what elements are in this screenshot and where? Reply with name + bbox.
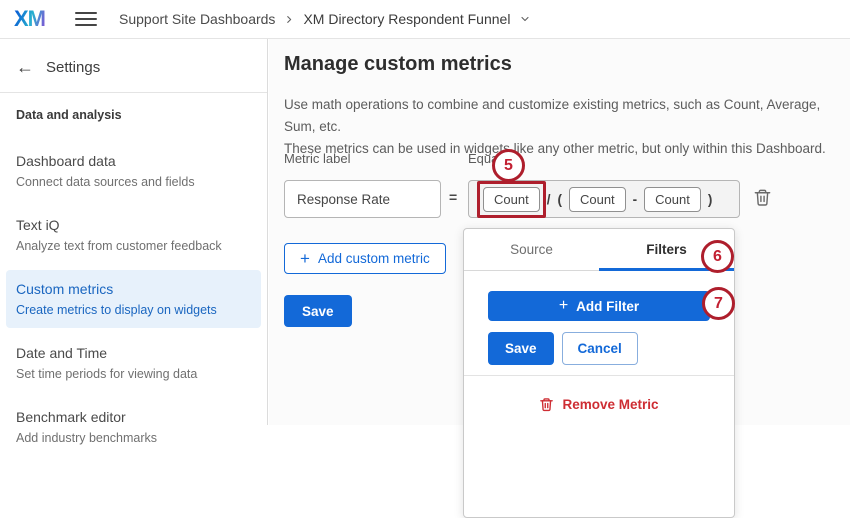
- sidebar-item-title: Date and Time: [16, 345, 108, 361]
- equation-chip-count-2[interactable]: Count: [568, 186, 626, 212]
- add-custom-metric-button[interactable]: + Add custom metric: [284, 243, 446, 274]
- sidebar-item-benchmark-editor[interactable]: Benchmark editor Add industry benchmarks: [6, 398, 261, 456]
- breadcrumb-item-dashboards[interactable]: Support Site Dashboards: [119, 11, 275, 27]
- back-to-settings-button[interactable]: ← Settings: [0, 39, 267, 92]
- sidebar-item-subtitle: Analyze text from customer feedback: [16, 239, 222, 253]
- top-bar: XM Support Site Dashboards XM Directory …: [0, 0, 850, 39]
- sidebar-item-subtitle: Create metrics to display on widgets: [16, 303, 217, 317]
- sidebar-item-dashboard-data[interactable]: Dashboard data Connect data sources and …: [6, 142, 261, 200]
- sidebar-item-text-iq[interactable]: Text iQ Analyze text from customer feedb…: [6, 206, 261, 264]
- sidebar-item-title: Text iQ: [16, 217, 60, 233]
- popup-actions: Save Cancel: [488, 332, 710, 365]
- sidebar-item-title: Benchmark editor: [16, 409, 126, 425]
- popup-tabs: Source Filters: [464, 229, 734, 271]
- sidebar-item-custom-metrics[interactable]: Custom metrics Create metrics to display…: [6, 270, 261, 328]
- settings-label: Settings: [46, 58, 101, 76]
- tab-source[interactable]: Source: [464, 229, 599, 270]
- equation-operator-open-paren: (: [557, 191, 562, 207]
- main-content: Manage custom metrics Use math operation…: [269, 39, 850, 518]
- settings-sidebar: ← Settings Data and analysis Dashboard d…: [0, 39, 268, 445]
- equation-operator-divide: /: [546, 191, 551, 207]
- equation-chip-count-3[interactable]: Count: [644, 186, 701, 212]
- popup-divider: [464, 375, 734, 376]
- back-arrow-icon: ←: [16, 57, 34, 77]
- chevron-right-icon: [284, 14, 294, 25]
- popup-save-button[interactable]: Save: [488, 332, 554, 365]
- sidebar-item-subtitle: Add industry benchmarks: [16, 431, 158, 445]
- hamburger-menu-icon[interactable]: [75, 12, 97, 26]
- metric-label-input[interactable]: [284, 180, 441, 218]
- sidebar-item-date-and-time[interactable]: Date and Time Set time periods for viewi…: [6, 334, 261, 392]
- annotation-box-count: Count: [477, 180, 546, 218]
- sidebar-divider: [0, 92, 267, 93]
- remove-metric-label: Remove Metric: [562, 397, 659, 412]
- breadcrumb: Support Site Dashboards XM Directory Res…: [119, 11, 531, 27]
- metric-config-popup: Source Filters + Add Filter Save Cancel …: [463, 228, 735, 518]
- sidebar-item-subtitle: Set time periods for viewing data: [16, 367, 198, 381]
- trash-icon: [754, 189, 771, 206]
- equals-sign: =: [449, 189, 458, 205]
- add-filter-label: Add Filter: [576, 298, 640, 314]
- chevron-down-icon[interactable]: [519, 13, 531, 25]
- page-title: Manage custom metrics: [284, 53, 512, 75]
- sidebar-item-title: Custom metrics: [16, 281, 114, 297]
- xm-logo: XM: [14, 6, 46, 31]
- add-filter-button[interactable]: + Add Filter: [488, 291, 710, 321]
- breadcrumb-item-dashboard-name[interactable]: XM Directory Respondent Funnel: [303, 11, 510, 27]
- delete-metric-button[interactable]: [753, 187, 772, 211]
- page-description: Use math operations to combine and custo…: [284, 94, 850, 160]
- equation-operator-minus: -: [632, 191, 638, 207]
- equation-box: Count / ( Count - Count ): [468, 180, 740, 218]
- sidebar-item-title: Dashboard data: [16, 153, 116, 169]
- popup-body: + Add Filter Save Cancel: [464, 291, 734, 365]
- section-label-data-and-analysis: Data and analysis: [16, 108, 122, 122]
- sidebar-item-subtitle: Connect data sources and fields: [16, 175, 195, 189]
- page-description-line1: Use math operations to combine and custo…: [284, 97, 821, 134]
- equation-operator-close-paren: ): [707, 191, 713, 207]
- page-description-line2: These metrics can be used in widgets lik…: [284, 141, 826, 156]
- annotation-circle-5: 5: [492, 149, 525, 182]
- popup-cancel-button[interactable]: Cancel: [561, 332, 638, 365]
- annotation-circle-6: 6: [701, 240, 734, 273]
- metric-label-caption: Metric label: [284, 151, 351, 166]
- plus-icon: +: [300, 249, 310, 268]
- plus-icon: +: [558, 297, 569, 314]
- annotation-circle-7: 7: [702, 287, 735, 320]
- remove-metric-button[interactable]: Remove Metric: [464, 396, 734, 413]
- add-custom-metric-label: Add custom metric: [317, 251, 430, 266]
- equation-chip-count-1[interactable]: Count: [483, 186, 540, 212]
- trash-icon: [540, 398, 554, 412]
- save-button[interactable]: Save: [284, 295, 352, 327]
